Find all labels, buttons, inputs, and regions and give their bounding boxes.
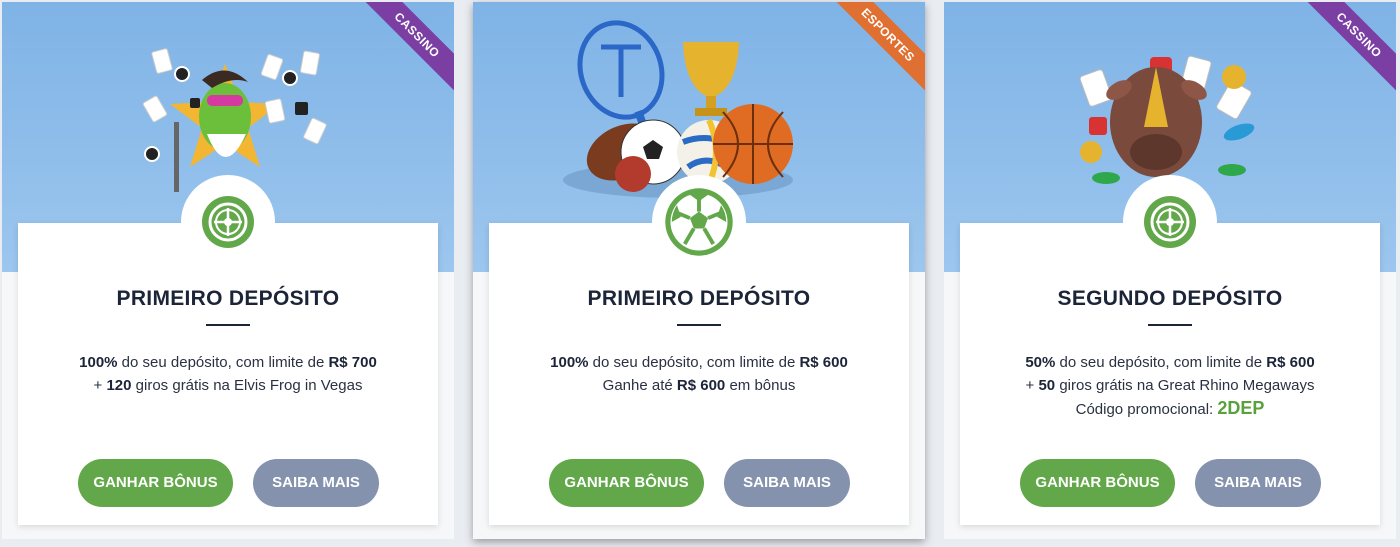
learn-more-button[interactable]: SAIBA MAIS <box>724 459 850 507</box>
promo-code: 2DEP <box>1217 398 1265 418</box>
promo-card-casino-first-deposit: CASSINO PRIMEIRO DEPÓSITO 100% do seu de… <box>2 2 454 539</box>
get-bonus-button[interactable]: GANHAR BÔNUS <box>78 459 233 507</box>
offer-text: em bônus <box>725 377 796 394</box>
offer-text: Ganhe até <box>602 377 677 394</box>
card-title: PRIMEIRO DEPÓSITO <box>116 287 340 310</box>
offer-text: do seu depósito, com limite de <box>1055 354 1267 371</box>
learn-more-button[interactable]: SAIBA MAIS <box>253 459 379 507</box>
offer-panel: PRIMEIRO DEPÓSITO 100% do seu depósito, … <box>18 175 438 525</box>
offer-text: giros grátis na Great Rhino Megaways <box>1055 377 1315 394</box>
card-title: PRIMEIRO DEPÓSITO <box>587 287 811 310</box>
offer-description: 50% do seu depósito, com limite de R$ 60… <box>970 351 1370 421</box>
learn-more-button[interactable]: SAIBA MAIS <box>1195 459 1321 507</box>
roulette-icon <box>202 196 254 248</box>
free-spins-count: 50 <box>1038 377 1056 394</box>
bonus-amount: R$ 600 <box>676 377 726 394</box>
roulette-icon <box>1144 196 1196 248</box>
bonus-percent: 100% <box>79 354 118 371</box>
promo-card-sports-first-deposit: ESPORTES PRIMEIRO DEPÓSITO 100% do seu d… <box>473 2 925 539</box>
get-bonus-button[interactable]: GANHAR BÔNUS <box>1020 459 1175 507</box>
title-divider <box>206 324 250 326</box>
bonus-limit: R$ 600 <box>799 354 848 371</box>
title-divider <box>1148 324 1192 326</box>
offer-panel: PRIMEIRO DEPÓSITO 100% do seu depósito, … <box>489 175 909 525</box>
free-spins-count: 120 <box>106 377 132 394</box>
offer-text: + <box>93 377 107 394</box>
offer-text: do seu depósito, com limite de <box>117 354 329 371</box>
offer-description: 100% do seu depósito, com limite de R$ 7… <box>28 351 428 397</box>
card-title: SEGUNDO DEPÓSITO <box>1057 287 1283 310</box>
bonus-percent: 100% <box>550 354 589 371</box>
title-divider <box>677 324 721 326</box>
offer-description: 100% do seu depósito, com limite de R$ 6… <box>499 351 899 397</box>
badge <box>652 175 746 269</box>
offer-text: giros grátis na Elvis Frog in Vegas <box>131 377 363 394</box>
bonus-percent: 50% <box>1025 354 1056 371</box>
promo-code-label: Código promocional: <box>1075 401 1218 418</box>
offer-text: + <box>1025 377 1039 394</box>
promo-card-casino-second-deposit: CASSINO SEGUNDO DEPÓSITO 50% do seu depó… <box>944 2 1396 539</box>
badge <box>1123 175 1217 269</box>
badge <box>181 175 275 269</box>
offer-panel: SEGUNDO DEPÓSITO 50% do seu depósito, co… <box>960 175 1380 525</box>
get-bonus-button[interactable]: GANHAR BÔNUS <box>549 459 704 507</box>
bonus-limit: R$ 700 <box>328 354 377 371</box>
soccer-ball-icon <box>665 188 733 256</box>
offer-text: do seu depósito, com limite de <box>588 354 800 371</box>
bonus-limit: R$ 600 <box>1266 354 1315 371</box>
